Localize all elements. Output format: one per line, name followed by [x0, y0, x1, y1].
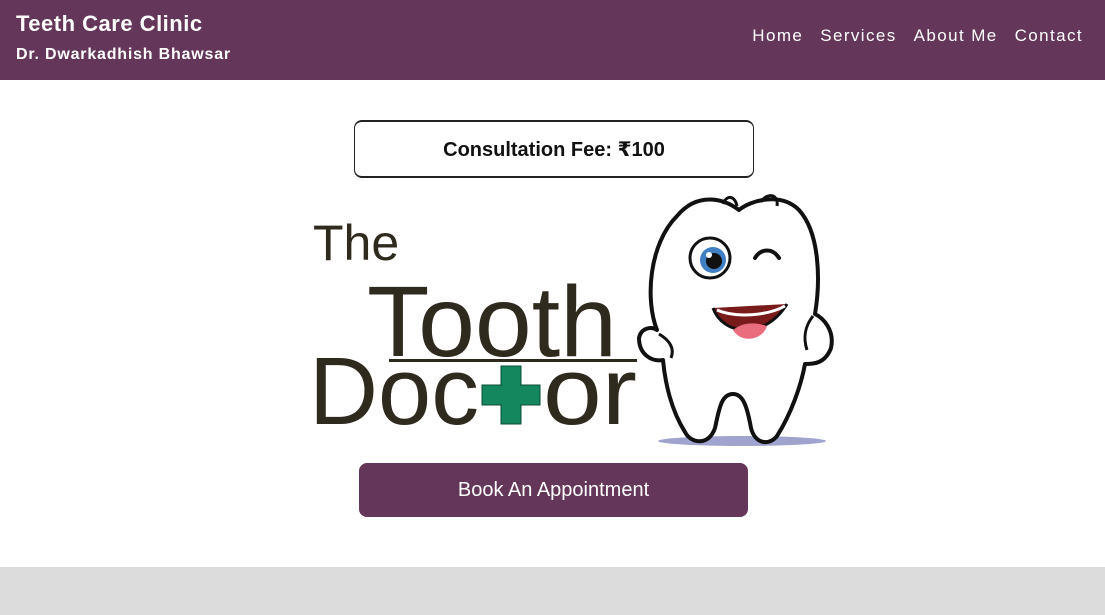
nav-about-link[interactable]: About Me — [914, 26, 998, 46]
nav-contact-link[interactable]: Contact — [1015, 26, 1083, 46]
doctor-name: Dr. Dwarkadhish Bhawsar — [16, 46, 231, 63]
nav-home-link[interactable]: Home — [752, 26, 803, 46]
logo-the-text: The — [313, 215, 399, 271]
tooth-mascot-icon — [637, 194, 834, 446]
book-appointment-button[interactable]: Book An Appointment — [359, 463, 748, 517]
logo-doc-text: Doc — [309, 338, 479, 445]
site-header: Teeth Care Clinic Dr. Dwarkadhish Bhawsa… — [0, 0, 1105, 80]
consultation-fee-text: Consultation Fee: ₹100 — [443, 138, 665, 161]
logo-or-text: or — [543, 338, 637, 445]
nav-services-link[interactable]: Services — [820, 26, 896, 46]
tooth-doctor-logo: The Tooth Doc or — [309, 194, 834, 446]
page-footer — [0, 567, 1105, 615]
clinic-title: Teeth Care Clinic — [16, 11, 203, 36]
main-nav: Home Services About Me Contact — [752, 26, 1083, 46]
consultation-fee-box: Consultation Fee: ₹100 — [354, 120, 754, 178]
